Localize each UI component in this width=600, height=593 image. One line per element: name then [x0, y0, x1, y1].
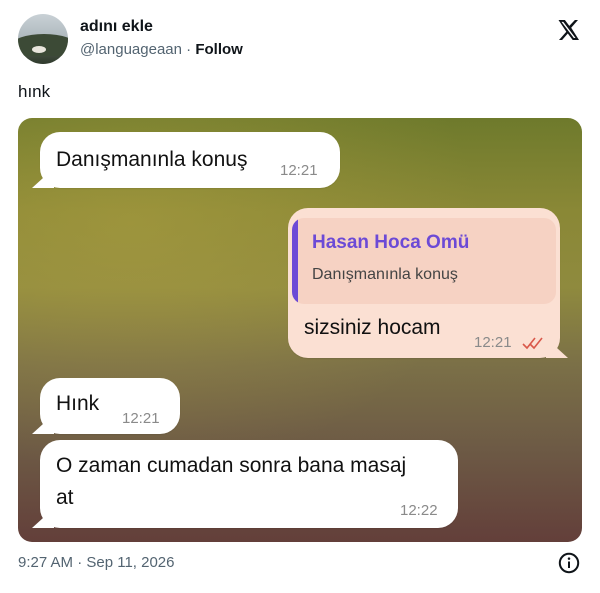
separator-dot: ·	[186, 41, 192, 58]
chat-bubble-outgoing: Hasan Hoca Omü Danışmanınla konuş sizsin…	[288, 208, 568, 358]
x-logo-icon[interactable]	[556, 18, 580, 42]
reply-text: Danışmanınla konuş	[312, 266, 458, 283]
tweet-media-image[interactable]: Danışmanınla konuş 12:21 Hasan Hoca Omü …	[18, 118, 582, 542]
message-time: 12:22	[400, 502, 438, 519]
reply-quote[interactable]: Hasan Hoca Omü Danışmanınla konuş	[292, 218, 556, 304]
message-text: Danışmanınla konuş	[56, 148, 248, 171]
chat-bubble-incoming: O zaman cumadan sonra bana masaj at 12:2…	[32, 440, 458, 528]
message-time: 12:21	[280, 162, 318, 179]
bubble-tail	[32, 508, 54, 528]
tweet-header: adını ekle @languageaan · Follow	[18, 14, 582, 68]
double-check-icon	[522, 337, 543, 350]
message-text: Hınk	[56, 392, 100, 415]
chat-bubble-incoming: Danışmanınla konuş 12:21	[32, 132, 340, 188]
bubble-tail	[546, 338, 568, 358]
bubble-tail	[32, 168, 54, 188]
follow-button[interactable]: Follow	[195, 41, 243, 58]
info-icon[interactable]	[558, 552, 580, 574]
author-handle-row: @languageaan · Follow	[80, 41, 243, 58]
tweet-timestamp[interactable]: 9:27 AM · Sep 11, 2026	[18, 554, 175, 571]
avatar[interactable]	[18, 14, 68, 64]
message-time: 12:21	[474, 334, 512, 351]
message-text-line: O zaman cumadan sonra bana masaj	[56, 454, 407, 477]
avatar-animal	[32, 46, 46, 53]
reply-accent-bar	[292, 218, 298, 304]
avatar-hill	[18, 34, 68, 56]
bubble-tail	[32, 414, 54, 434]
author-display-name[interactable]: adını ekle	[80, 18, 153, 36]
tweet-text: hınk	[18, 82, 51, 101]
message-text-line: at	[56, 486, 74, 509]
chat-bubble-incoming: Hınk 12:21	[32, 378, 180, 434]
message-text: sizsiniz hocam	[304, 316, 441, 339]
message-time: 12:21	[122, 410, 160, 427]
reply-author: Hasan Hoca Omü	[312, 232, 470, 253]
author-handle[interactable]: @languageaan	[80, 41, 182, 58]
